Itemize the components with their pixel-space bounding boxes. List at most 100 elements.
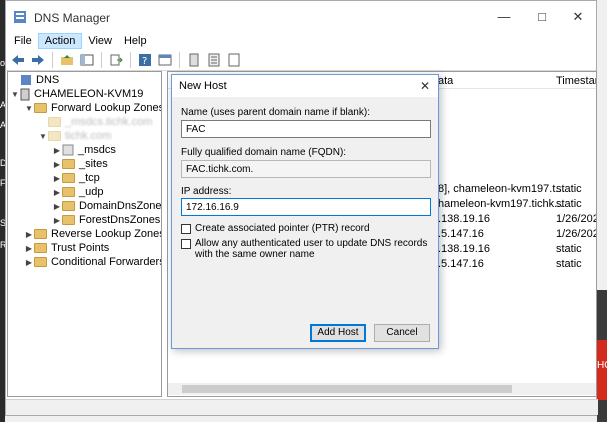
cell-timestamp: 1/26/2025 xyxy=(556,228,596,240)
ptr-checkbox[interactable] xyxy=(181,224,191,234)
menu-action[interactable]: Action xyxy=(37,33,83,49)
server-icon[interactable] xyxy=(186,52,202,68)
folder-icon xyxy=(62,187,75,197)
chevron-down-icon[interactable]: ▼ xyxy=(10,90,20,99)
tree-item-msdcs[interactable]: ▶ _msdcs xyxy=(52,143,116,157)
allow-update-checkbox-label: Allow any authenticated user to update D… xyxy=(195,238,428,260)
chevron-right-icon[interactable]: ▶ xyxy=(24,230,34,239)
tree-item-forestdnszones[interactable]: ▶ ForestDnsZones xyxy=(52,213,160,227)
tree-label: tichk.com xyxy=(65,130,112,142)
dialog-title-bar[interactable]: New Host xyxy=(172,75,438,97)
toolbar-separator xyxy=(130,51,131,68)
folder-icon xyxy=(34,229,47,239)
forward-arrow-icon[interactable] xyxy=(30,52,46,68)
chevron-right-icon[interactable]: ▶ xyxy=(52,160,62,169)
maximize-button[interactable]: □ xyxy=(530,9,554,24)
dns-icon xyxy=(21,75,31,85)
name-label: Name (uses parent domain name if blank): xyxy=(181,107,370,118)
tree-item-forward-lookup-zones[interactable]: ▼ Forward Lookup Zones xyxy=(24,101,161,115)
fqdn-field: FAC.tichk.com. xyxy=(181,160,431,178)
up-folder-icon[interactable] xyxy=(59,52,75,68)
chevron-right-icon[interactable]: ▶ xyxy=(52,188,62,197)
cell-timestamp: static xyxy=(556,183,582,195)
tree-label: CHAMELEON-KVM19 xyxy=(34,88,144,100)
cell-timestamp: static xyxy=(556,198,582,210)
show-hide-tree-icon[interactable] xyxy=(79,52,95,68)
folder-icon xyxy=(62,173,75,183)
tree-item-server[interactable]: ▼ CHAMELEON-KVM19 xyxy=(10,87,143,101)
status-bar xyxy=(6,399,598,415)
tree-item-reverse-lookup-zones[interactable]: ▶ Reverse Lookup Zones xyxy=(24,227,161,241)
folder-icon xyxy=(34,243,47,253)
menu-help[interactable]: Help xyxy=(118,34,153,48)
tree-label: Conditional Forwarders xyxy=(51,256,162,268)
chevron-right-icon[interactable]: ▶ xyxy=(24,258,34,267)
document-icon[interactable] xyxy=(226,52,242,68)
fqdn-value: FAC.tichk.com. xyxy=(186,164,254,175)
cell-data: .5.147.16 xyxy=(438,258,484,270)
window-title: DNS Manager xyxy=(34,11,111,25)
toolbar-separator xyxy=(52,51,53,68)
tree-item-conditional-forwarders[interactable]: ▶ Conditional Forwarders xyxy=(24,255,162,269)
tree-item-domaindnszones[interactable]: ▶ DomainDnsZones xyxy=(52,199,162,213)
ip-address-label: IP address: xyxy=(181,186,232,197)
cancel-button[interactable]: Cancel xyxy=(374,324,430,342)
chevron-down-icon[interactable]: ▼ xyxy=(24,104,34,113)
add-host-button[interactable]: Add Host xyxy=(310,324,366,342)
svg-text:?: ? xyxy=(142,56,147,67)
ip-address-input[interactable] xyxy=(181,198,431,216)
tree-label: _tcp xyxy=(79,172,100,184)
tree-label: DomainDnsZones xyxy=(79,200,162,212)
delegated-zone-icon xyxy=(62,144,74,156)
cell-data: .5.147.16 xyxy=(438,228,484,240)
tree-label: _sites xyxy=(79,158,108,170)
cell-timestamp: 1/26/2025 xyxy=(556,213,596,225)
properties-icon[interactable] xyxy=(157,52,173,68)
allow-update-checkbox-row[interactable]: Allow any authenticated user to update D… xyxy=(181,238,431,260)
background-window-edge: HO xyxy=(597,290,607,422)
menu-view[interactable]: View xyxy=(82,34,118,48)
close-window-button[interactable]: ✕ xyxy=(566,9,590,25)
record-list-icon[interactable] xyxy=(206,52,222,68)
tree-label: Trust Points xyxy=(51,242,110,254)
export-list-icon[interactable] xyxy=(108,52,124,68)
title-bar[interactable]: DNS Manager — □ ✕ xyxy=(6,1,596,33)
chevron-right-icon[interactable]: ▶ xyxy=(24,244,34,253)
toolbar: ? xyxy=(6,49,596,71)
back-arrow-icon[interactable] xyxy=(10,52,26,68)
chevron-right-icon[interactable]: ▶ xyxy=(52,174,62,183)
horizontal-scrollbar[interactable] xyxy=(168,383,596,395)
tree-item-tcp[interactable]: ▶ _tcp xyxy=(52,171,100,185)
tree-item-udp[interactable]: ▶ _udp xyxy=(52,185,104,199)
allow-update-checkbox[interactable] xyxy=(181,239,191,249)
chevron-down-icon[interactable]: ▼ xyxy=(38,132,48,141)
ptr-checkbox-label: Create associated pointer (PTR) record xyxy=(195,223,370,234)
column-header-data[interactable]: ata xyxy=(438,75,453,87)
menu-file[interactable]: File xyxy=(8,34,38,48)
name-input[interactable] xyxy=(181,120,431,138)
cell-data: .138.19.16 xyxy=(438,243,490,255)
cell-data: hameleon-kvm197.tichk... xyxy=(438,198,564,210)
folder-icon xyxy=(62,201,75,211)
tree-item-sites[interactable]: ▶ _sites xyxy=(52,157,108,171)
cell-timestamp: static xyxy=(556,258,582,270)
help-icon[interactable]: ? xyxy=(137,52,153,68)
folder-icon xyxy=(34,103,47,113)
minimize-button[interactable]: — xyxy=(492,9,516,24)
folder-icon xyxy=(62,215,75,225)
column-header-timestamp[interactable]: Timestam xyxy=(556,75,596,87)
tree-item-dns[interactable]: DNS xyxy=(10,73,59,87)
menu-bar: File Action View Help xyxy=(6,33,596,49)
folder-icon xyxy=(48,117,61,127)
chevron-right-icon[interactable]: ▶ xyxy=(52,216,62,225)
tree-item-trust-points[interactable]: ▶ Trust Points xyxy=(24,241,109,255)
folder-icon xyxy=(34,257,47,267)
tree-item-zone[interactable]: ▼ tichk.com xyxy=(38,129,111,143)
server-icon xyxy=(20,88,30,100)
chevron-right-icon[interactable]: ▶ xyxy=(52,202,62,211)
ptr-checkbox-row[interactable]: Create associated pointer (PTR) record xyxy=(181,223,431,234)
close-icon[interactable]: ✕ xyxy=(420,79,430,93)
chevron-right-icon[interactable]: ▶ xyxy=(52,146,62,155)
tree-item-zone-blurred[interactable]: _msdcs.tichk.com xyxy=(38,115,152,129)
scrollbar-thumb[interactable] xyxy=(182,385,512,393)
